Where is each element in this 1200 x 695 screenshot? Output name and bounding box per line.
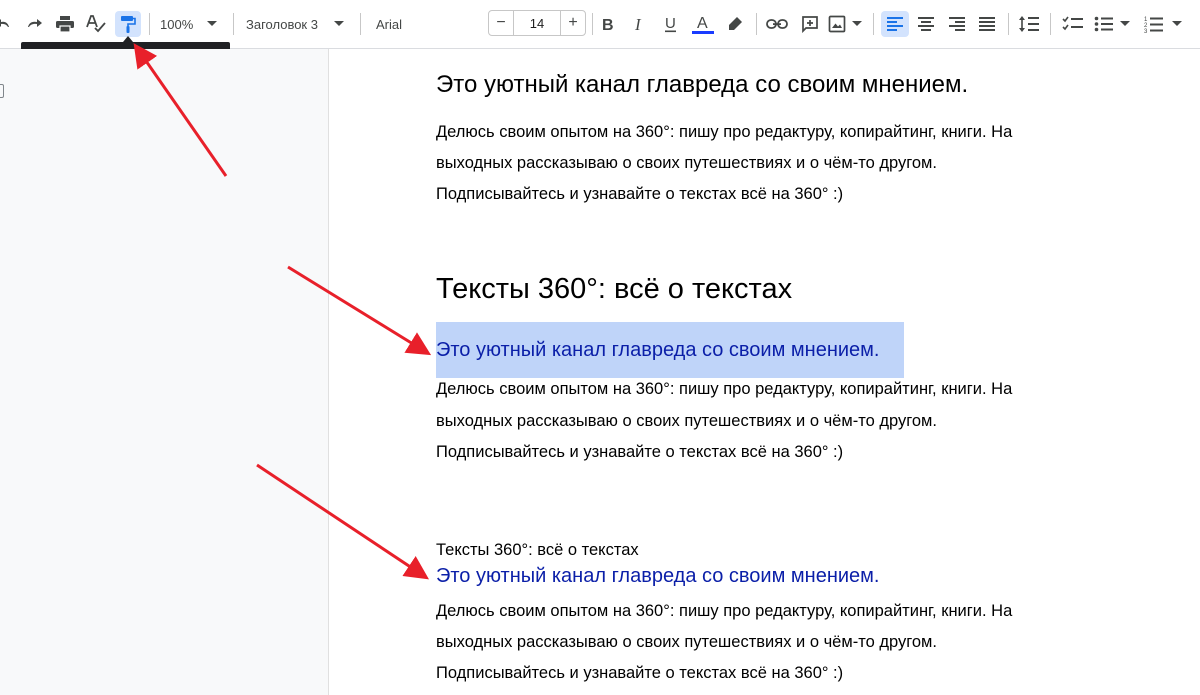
chevron-down-icon	[333, 21, 344, 27]
insert-link-button[interactable]	[765, 11, 789, 37]
divider	[149, 13, 150, 35]
underline-icon: U	[663, 15, 679, 33]
checklist-icon	[1062, 16, 1084, 32]
bulleted-list-button[interactable]	[1094, 11, 1136, 37]
paragraph-line: выходных рассказываю о своих путешествия…	[436, 633, 937, 651]
paragraph-line: Подписывайтесь и узнавайте о текстах всё…	[436, 664, 844, 682]
justify-button[interactable]	[975, 11, 999, 37]
chevron-down-icon	[1172, 21, 1182, 27]
align-left-button[interactable]	[881, 11, 909, 37]
svg-text:U: U	[665, 15, 676, 32]
insert-image-button[interactable]	[828, 11, 868, 37]
divider	[1050, 13, 1051, 35]
underline-button[interactable]: U	[660, 11, 682, 37]
paint-format-icon	[120, 14, 136, 34]
chevron-down-icon	[207, 21, 218, 27]
font-size-input[interactable]: 14	[513, 11, 561, 35]
document-outline-icon[interactable]	[0, 84, 4, 98]
image-icon	[828, 15, 846, 33]
italic-button[interactable]: I	[628, 11, 650, 37]
numbered-list-button[interactable]: 123	[1144, 11, 1192, 37]
svg-text:B: B	[602, 17, 614, 32]
paragraph-line: Делюсь своим опытом на 360°: пишу про ре…	[436, 123, 1013, 141]
paragraph-line: Подписывайтесь и узнавайте о текстах всё…	[436, 185, 844, 203]
comment-icon	[801, 15, 819, 33]
undo-icon	[0, 15, 14, 33]
page-edge	[328, 49, 329, 695]
print-button[interactable]	[54, 11, 76, 37]
align-left-icon	[886, 16, 904, 32]
paragraph-line: Подписывайтесь и узнавайте о текстах всё…	[436, 443, 844, 461]
paragraph-line: Делюсь своим опытом на 360°: пишу про ре…	[436, 602, 1013, 620]
align-justify-icon	[978, 16, 996, 32]
heading-3: Это уютный канал главреда со своим мнени…	[436, 71, 969, 98]
divider	[756, 13, 757, 35]
numbered-list-icon: 123	[1144, 15, 1164, 33]
font-size-decrease-button[interactable]: −	[489, 11, 513, 35]
italic-icon: I	[632, 16, 646, 32]
divider	[1008, 13, 1009, 35]
paragraph-line: выходных рассказываю о своих путешествия…	[436, 412, 937, 430]
highlighter-icon	[727, 16, 743, 32]
print-icon	[55, 15, 75, 33]
text-color-button[interactable]: A	[690, 11, 716, 37]
line-spacing-icon	[1018, 15, 1040, 33]
left-margin	[0, 49, 328, 695]
align-center-icon	[917, 16, 935, 32]
zoom-label: 100%	[160, 16, 194, 32]
style-select[interactable]: Заголовок 3	[246, 11, 350, 37]
paragraph-line: Делюсь своим опытом на 360°: пишу про ре…	[436, 380, 1013, 398]
chevron-down-icon	[1120, 21, 1130, 27]
font-size-increase-button[interactable]: +	[561, 11, 585, 35]
svg-text:3: 3	[1144, 29, 1148, 33]
undo-button[interactable]	[0, 11, 14, 37]
divider	[360, 13, 361, 35]
selected-subtitle: Это уютный канал главреда со своим мнени…	[436, 339, 880, 361]
font-size-control: − 14 +	[488, 10, 586, 36]
font-select[interactable]: Arial	[376, 11, 476, 37]
link-icon	[766, 18, 788, 30]
formatted-subtitle: Это уютный канал главреда со своим мнени…	[436, 565, 880, 587]
paint-format-button[interactable]	[115, 11, 141, 37]
bold-button[interactable]: B	[597, 11, 619, 37]
align-right-button[interactable]	[945, 11, 969, 37]
redo-icon	[25, 15, 45, 33]
divider	[592, 13, 593, 35]
divider	[873, 13, 874, 35]
paragraph-line: выходных рассказываю о своих путешествия…	[436, 154, 937, 172]
redo-button[interactable]	[24, 11, 46, 37]
zoom-select[interactable]: 100%	[160, 11, 226, 37]
bold-icon: B	[601, 16, 615, 32]
plain-title: Тексты 360°: всё о текстах	[436, 541, 639, 559]
align-center-button[interactable]	[914, 11, 938, 37]
spellcheck-button[interactable]	[84, 11, 108, 37]
checklist-button[interactable]	[1060, 11, 1086, 37]
heading-1: Тексты 360°: всё о текстах	[436, 273, 793, 305]
divider	[233, 13, 234, 35]
font-label: Arial	[376, 16, 403, 32]
spellcheck-icon	[85, 14, 107, 34]
highlight-button[interactable]	[724, 11, 746, 37]
chevron-down-icon	[852, 21, 862, 27]
svg-text:I: I	[634, 16, 642, 32]
bulleted-list-icon	[1094, 16, 1114, 32]
line-spacing-button[interactable]	[1016, 11, 1042, 37]
style-label: Заголовок 3	[246, 16, 318, 32]
align-right-icon	[948, 16, 966, 32]
add-comment-button[interactable]	[798, 11, 822, 37]
text-color-icon: A	[692, 13, 714, 35]
svg-text:A: A	[697, 15, 708, 32]
